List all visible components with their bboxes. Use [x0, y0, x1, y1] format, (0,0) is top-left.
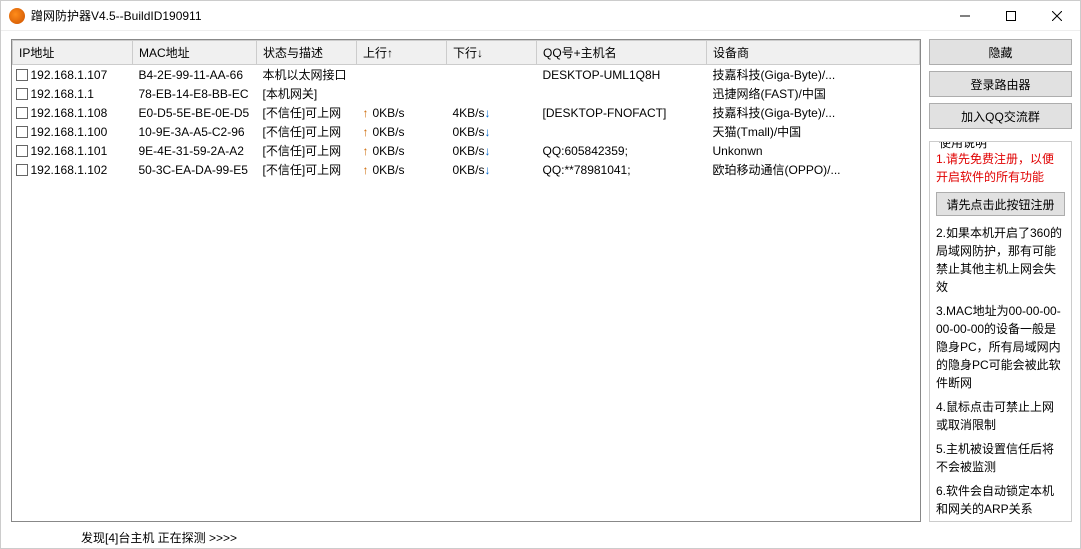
cell-ip: 192.168.1.108 — [13, 103, 133, 122]
arrow-up-icon: ↑ — [363, 163, 369, 177]
row-checkbox[interactable] — [16, 164, 28, 176]
cell-ip: 192.168.1.102 — [13, 160, 133, 179]
cell-status: [本机网关] — [257, 84, 357, 103]
table-row[interactable]: 192.168.1.107B4-2E-99-11-AA-66本机以太网接口 DES… — [13, 65, 920, 85]
arrow-down-icon: ↓ — [485, 106, 491, 120]
col-ip[interactable]: IP地址 — [13, 41, 133, 65]
note-3: 3.MAC地址为00-00-00-00-00-00的设备一般是隐身PC，所有局域… — [936, 302, 1065, 392]
cell-qq: DESKTOP-UML1Q8H — [537, 65, 707, 85]
cell-ip: 192.168.1.101 — [13, 141, 133, 160]
instructions-title: 使用说明 — [936, 141, 990, 151]
cell-down — [447, 84, 537, 103]
note-2: 2.如果本机开启了360的局域网防护，那有可能禁止其他主机上网会失效 — [936, 224, 1065, 296]
cell-qq: QQ:**78981041; — [537, 160, 707, 179]
status-text: 发现[4]台主机 正在探测 >>>> — [81, 529, 237, 546]
col-status[interactable]: 状态与描述 — [257, 41, 357, 65]
cell-status: [不信任]可上网 — [257, 141, 357, 160]
close-button[interactable] — [1034, 1, 1080, 30]
arrow-up-icon: ↑ — [363, 144, 369, 158]
login-router-button[interactable]: 登录路由器 — [929, 71, 1072, 97]
arrow-down-icon: ↓ — [485, 125, 491, 139]
cell-mac: 78-EB-14-E8-BB-EC — [133, 84, 257, 103]
cell-vendor: 天猫(Tmall)/中国 — [707, 122, 920, 141]
window-title: 蹭网防护器V4.5--BuildID190911 — [31, 7, 942, 24]
cell-down: 0KB/s↓ — [447, 122, 537, 141]
arrow-up-icon: ↑ — [363, 125, 369, 139]
maximize-button[interactable] — [988, 1, 1034, 30]
note-1: 1.请先免费注册，以便开启软件的所有功能 — [936, 150, 1065, 186]
minimize-button[interactable] — [942, 1, 988, 30]
main-area: IP地址 MAC地址 状态与描述 上行↑ 下行↓ QQ号+主机名 设备商 192… — [1, 31, 1080, 526]
cell-status: [不信任]可上网 — [257, 160, 357, 179]
cell-mac: B4-2E-99-11-AA-66 — [133, 65, 257, 85]
join-qq-button[interactable]: 加入QQ交流群 — [929, 103, 1072, 129]
instructions-group: 使用说明 1.请先免费注册，以便开启软件的所有功能 请先点击此按钮注册 2.如果… — [929, 141, 1072, 522]
cell-qq — [537, 122, 707, 141]
cell-vendor: 迅捷网络(FAST)/中国 — [707, 84, 920, 103]
status-bar: 发现[4]台主机 正在探测 >>>> — [1, 526, 1080, 548]
col-down[interactable]: 下行↓ — [447, 41, 537, 65]
host-table-container[interactable]: IP地址 MAC地址 状态与描述 上行↑ 下行↓ QQ号+主机名 设备商 192… — [11, 39, 921, 522]
cell-up: ↑0KB/s — [357, 103, 447, 122]
cell-mac: E0-D5-5E-BE-0E-D5 — [133, 103, 257, 122]
cell-status: [不信任]可上网 — [257, 103, 357, 122]
col-up[interactable]: 上行↑ — [357, 41, 447, 65]
register-button[interactable]: 请先点击此按钮注册 — [936, 192, 1065, 216]
cell-status: [不信任]可上网 — [257, 122, 357, 141]
cell-vendor: Unkonwn — [707, 141, 920, 160]
table-row[interactable]: 192.168.1.178-EB-14-E8-BB-EC[本机网关] 迅捷网络(F… — [13, 84, 920, 103]
sidebar: 隐藏 登录路由器 加入QQ交流群 使用说明 1.请先免费注册，以便开启软件的所有… — [925, 31, 1080, 526]
table-row[interactable]: 192.168.1.10250-3C-EA-DA-99-E5[不信任]可上网↑0… — [13, 160, 920, 179]
cell-up: ↑0KB/s — [357, 160, 447, 179]
cell-qq — [537, 84, 707, 103]
app-icon — [9, 8, 25, 24]
table-row[interactable]: 192.168.1.10010-9E-3A-A5-C2-96[不信任]可上网↑0… — [13, 122, 920, 141]
cell-ip: 192.168.1.100 — [13, 122, 133, 141]
cell-qq: [DESKTOP-FNOFACT] — [537, 103, 707, 122]
cell-vendor: 欧珀移动通信(OPPO)/... — [707, 160, 920, 179]
row-checkbox[interactable] — [16, 69, 28, 81]
cell-status: 本机以太网接口 — [257, 65, 357, 85]
cell-up — [357, 84, 447, 103]
cell-down: 0KB/s↓ — [447, 160, 537, 179]
col-qq[interactable]: QQ号+主机名 — [537, 41, 707, 65]
note-5: 5.主机被设置信任后将不会被监测 — [936, 440, 1065, 476]
cell-down: 4KB/s↓ — [447, 103, 537, 122]
cell-down: 0KB/s↓ — [447, 141, 537, 160]
row-checkbox[interactable] — [16, 88, 28, 100]
window-controls — [942, 1, 1080, 30]
cell-mac: 50-3C-EA-DA-99-E5 — [133, 160, 257, 179]
row-checkbox[interactable] — [16, 107, 28, 119]
cell-ip: 192.168.1.107 — [13, 65, 133, 85]
row-checkbox[interactable] — [16, 126, 28, 138]
titlebar: 蹭网防护器V4.5--BuildID190911 — [1, 1, 1080, 31]
table-row[interactable]: 192.168.1.1019E-4E-31-59-2A-A2[不信任]可上网↑0… — [13, 141, 920, 160]
note-6: 6.软件会自动锁定本机和网关的ARP关系 — [936, 482, 1065, 518]
col-mac[interactable]: MAC地址 — [133, 41, 257, 65]
arrow-down-icon: ↓ — [485, 163, 491, 177]
note-4: 4.鼠标点击可禁止上网或取消限制 — [936, 398, 1065, 434]
table-header-row: IP地址 MAC地址 状态与描述 上行↑ 下行↓ QQ号+主机名 设备商 — [13, 41, 920, 65]
cell-mac: 9E-4E-31-59-2A-A2 — [133, 141, 257, 160]
cell-up: ↑0KB/s — [357, 122, 447, 141]
cell-ip: 192.168.1.1 — [13, 84, 133, 103]
cell-vendor: 技嘉科技(Giga-Byte)/... — [707, 65, 920, 85]
cell-vendor: 技嘉科技(Giga-Byte)/... — [707, 103, 920, 122]
col-vendor[interactable]: 设备商 — [707, 41, 920, 65]
table-row[interactable]: 192.168.1.108E0-D5-5E-BE-0E-D5[不信任]可上网↑0… — [13, 103, 920, 122]
cell-up: ↑0KB/s — [357, 141, 447, 160]
cell-qq: QQ:605842359; — [537, 141, 707, 160]
arrow-up-icon: ↑ — [363, 106, 369, 120]
cell-mac: 10-9E-3A-A5-C2-96 — [133, 122, 257, 141]
host-table: IP地址 MAC地址 状态与描述 上行↑ 下行↓ QQ号+主机名 设备商 192… — [12, 40, 920, 179]
hide-button[interactable]: 隐藏 — [929, 39, 1072, 65]
row-checkbox[interactable] — [16, 145, 28, 157]
cell-up — [357, 65, 447, 85]
cell-down — [447, 65, 537, 85]
arrow-down-icon: ↓ — [485, 144, 491, 158]
